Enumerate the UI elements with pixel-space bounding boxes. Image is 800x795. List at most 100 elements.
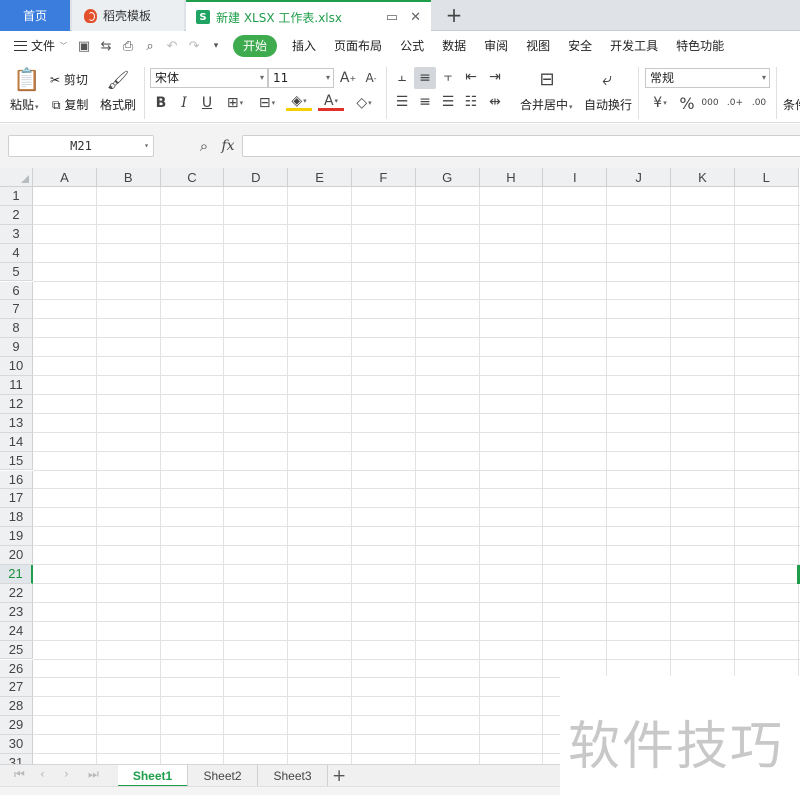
menu-page-layout-tab[interactable]: 页面布局 bbox=[325, 35, 391, 57]
thousands-separator-icon[interactable]: 000 bbox=[700, 93, 720, 113]
font-name-dropdown[interactable]: 宋体 ▾ bbox=[150, 68, 268, 88]
customize-toolbar-icon[interactable]: ▾ bbox=[205, 35, 227, 57]
menu-view-tab[interactable]: 视图 bbox=[517, 35, 559, 57]
merge-center-icon[interactable]: ⊟ bbox=[534, 67, 560, 91]
underline-icon[interactable]: U bbox=[198, 93, 216, 113]
row-header-6[interactable]: 6 bbox=[0, 281, 33, 301]
row-header-4[interactable]: 4 bbox=[0, 243, 33, 263]
tab-home[interactable]: 首页 bbox=[0, 0, 70, 31]
column-header-i[interactable]: I bbox=[543, 168, 608, 187]
prev-sheet-icon[interactable]: ‹ bbox=[40, 767, 45, 781]
wrap-text-button[interactable]: 自动换行 bbox=[584, 96, 632, 113]
paste-icon[interactable]: 📋 bbox=[13, 67, 40, 93]
menu-features-tab[interactable]: 特色功能 bbox=[667, 35, 724, 57]
insert-function-icon[interactable]: fx bbox=[218, 136, 238, 156]
decrease-font-icon[interactable]: A- bbox=[361, 69, 381, 87]
row-header-3[interactable]: 3 bbox=[0, 224, 33, 244]
align-middle-icon[interactable]: ≡ bbox=[414, 67, 436, 89]
menu-data-tab[interactable]: 数据 bbox=[433, 35, 475, 57]
decrease-indent-icon[interactable]: ⇤ bbox=[462, 68, 480, 86]
align-right-icon[interactable]: ☰ bbox=[439, 93, 457, 111]
row-header-29[interactable]: 29 bbox=[0, 716, 33, 736]
row-header-17[interactable]: 17 bbox=[0, 489, 33, 509]
row-header-27[interactable]: 27 bbox=[0, 678, 33, 698]
align-bottom-icon[interactable]: ⫟ bbox=[439, 68, 457, 86]
file-menu[interactable]: 文件 ﹀ bbox=[0, 35, 73, 57]
row-header-1[interactable]: 1 bbox=[0, 187, 33, 206]
last-sheet-icon[interactable]: ⏭ bbox=[88, 767, 99, 782]
add-sheet-button[interactable]: + bbox=[332, 765, 346, 787]
clear-format-icon[interactable]: ◇ ▾ bbox=[350, 93, 378, 113]
menu-developer-tab[interactable]: 开发工具 bbox=[601, 35, 667, 57]
column-header-e[interactable]: E bbox=[288, 168, 352, 187]
menu-formulas-tab[interactable]: 公式 bbox=[391, 35, 433, 57]
align-center-icon[interactable]: ≡ bbox=[416, 93, 434, 111]
pin-window-icon[interactable]: ▭ bbox=[386, 10, 398, 25]
format-painter-icon[interactable]: 🖌 bbox=[106, 67, 130, 93]
menu-review-tab[interactable]: 审阅 bbox=[475, 35, 517, 57]
merge-center-button[interactable]: 合并居中▾ bbox=[520, 96, 573, 113]
row-header-11[interactable]: 11 bbox=[0, 376, 33, 395]
borders-icon[interactable]: ⊞ ▾ bbox=[222, 93, 248, 113]
menu-security-tab[interactable]: 安全 bbox=[559, 35, 601, 57]
row-header-7[interactable]: 7 bbox=[0, 300, 33, 320]
row-header-26[interactable]: 26 bbox=[0, 659, 33, 679]
undo-icon[interactable]: ↶ bbox=[161, 35, 183, 57]
row-header-21[interactable]: 21 bbox=[0, 565, 33, 584]
wrap-text-icon[interactable]: ⤶ bbox=[594, 67, 620, 91]
row-header-5[interactable]: 5 bbox=[0, 262, 33, 282]
menu-insert-tab[interactable]: 插入 bbox=[283, 35, 325, 57]
row-header-2[interactable]: 2 bbox=[0, 205, 33, 225]
print-preview-icon[interactable]: ⌕ bbox=[139, 35, 161, 57]
column-header-c[interactable]: C bbox=[160, 168, 225, 187]
print-icon[interactable]: ⎙ bbox=[117, 35, 139, 57]
row-header-13[interactable]: 13 bbox=[0, 413, 33, 433]
column-header-h[interactable]: H bbox=[479, 168, 544, 187]
tab-current-file[interactable]: S 新建 XLSX 工作表.xlsx ▭ ✕ bbox=[186, 0, 431, 32]
formula-input[interactable] bbox=[242, 135, 800, 157]
justify-icon[interactable]: ☷ bbox=[462, 93, 480, 111]
cell-style-icon[interactable]: ⊟ ▾ bbox=[254, 93, 280, 113]
column-header-k[interactable]: K bbox=[671, 168, 735, 187]
paste-button[interactable]: 粘贴▾ bbox=[10, 96, 39, 113]
first-sheet-icon[interactable]: ⏮ bbox=[14, 767, 25, 782]
conditional-format-button[interactable]: 条件 bbox=[783, 96, 800, 113]
column-header-g[interactable]: G bbox=[415, 168, 480, 187]
decrease-decimal-icon[interactable]: .00 bbox=[749, 93, 769, 113]
sheet-tab-1[interactable]: Sheet1 bbox=[118, 765, 188, 787]
row-header-30[interactable]: 30 bbox=[0, 735, 33, 754]
bold-icon[interactable]: B bbox=[152, 93, 170, 113]
cut-button[interactable]: ✂ 剪切 bbox=[50, 71, 88, 88]
column-header-l[interactable]: L bbox=[734, 168, 799, 187]
copy-button[interactable]: ⧉ 复制 bbox=[52, 96, 88, 113]
fill-color-icon[interactable]: ◈ ▾ bbox=[286, 93, 312, 111]
column-header-f[interactable]: F bbox=[352, 168, 416, 187]
increase-decimal-icon[interactable]: .0+ bbox=[725, 93, 745, 113]
select-all-corner[interactable] bbox=[0, 168, 33, 187]
sheet-tab-3[interactable]: Sheet3 bbox=[258, 765, 328, 787]
row-header-19[interactable]: 19 bbox=[0, 527, 33, 547]
sheet-tab-2[interactable]: Sheet2 bbox=[188, 765, 258, 787]
save-icon[interactable]: ▣ bbox=[73, 35, 95, 57]
number-format-dropdown[interactable]: 常规 ▾ bbox=[645, 68, 770, 88]
column-header-d[interactable]: D bbox=[224, 168, 289, 187]
font-color-icon[interactable]: A ▾ bbox=[318, 93, 344, 111]
row-header-14[interactable]: 14 bbox=[0, 432, 33, 452]
row-header-15[interactable]: 15 bbox=[0, 451, 33, 471]
increase-indent-icon[interactable]: ⇥ bbox=[486, 68, 504, 86]
row-header-22[interactable]: 22 bbox=[0, 583, 33, 603]
new-tab-button[interactable]: + bbox=[444, 3, 464, 27]
zoom-search-icon[interactable]: ⌕ bbox=[194, 136, 214, 156]
row-header-24[interactable]: 24 bbox=[0, 621, 33, 641]
next-sheet-icon[interactable]: › bbox=[64, 767, 69, 781]
row-header-25[interactable]: 25 bbox=[0, 640, 33, 660]
font-size-dropdown[interactable]: 11 ▾ bbox=[268, 68, 334, 88]
column-header-a[interactable]: A bbox=[33, 168, 97, 187]
redo-icon[interactable]: ↷ bbox=[183, 35, 205, 57]
italic-icon[interactable]: I bbox=[175, 93, 193, 113]
format-painter-button[interactable]: 格式刷 bbox=[100, 96, 136, 113]
row-header-12[interactable]: 12 bbox=[0, 394, 33, 414]
tab-daoke-templates[interactable]: 稻壳模板 bbox=[72, 0, 184, 31]
distributed-align-icon[interactable]: ⇹ bbox=[486, 93, 504, 111]
row-header-16[interactable]: 16 bbox=[0, 470, 33, 490]
